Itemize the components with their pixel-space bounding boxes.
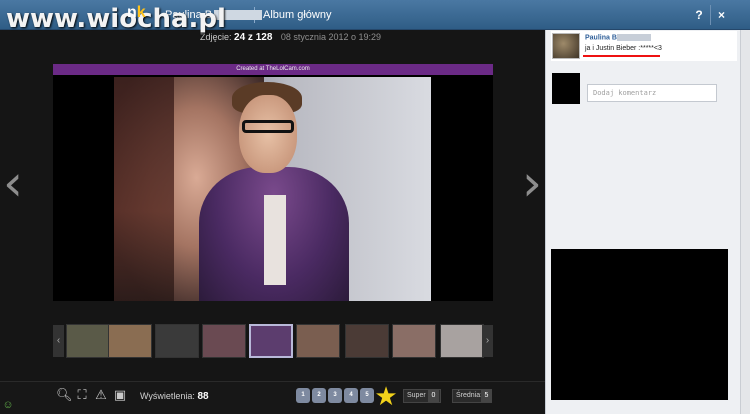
- caption-author-text[interactable]: Paulina B: [585, 34, 617, 41]
- rate-star-5[interactable]: 5: [360, 388, 374, 403]
- thumbnail-8[interactable]: [392, 324, 436, 358]
- user-status-icon[interactable]: ☺: [2, 398, 14, 412]
- views-label: Wyświetlenia:: [140, 391, 195, 401]
- thumbnail-6[interactable]: [296, 324, 340, 358]
- rate-star-4[interactable]: 4: [344, 388, 358, 403]
- super-label: Super: [407, 392, 426, 399]
- close-button[interactable]: ×: [710, 5, 732, 25]
- fullscreen-icon[interactable]: ⛶: [74, 388, 90, 404]
- help-button[interactable]: ?: [688, 5, 710, 25]
- photo-hair: [114, 77, 174, 301]
- rate-star-1[interactable]: 1: [296, 388, 310, 403]
- next-photo-arrow-icon[interactable]: ›: [521, 150, 543, 216]
- nk-logo-n: n: [127, 4, 137, 21]
- thumbnail-2[interactable]: [108, 324, 152, 358]
- photo-glasses: [242, 120, 294, 133]
- caption-author[interactable]: Paulina B: [585, 34, 651, 41]
- comment-input[interactable]: Dodaj komentarz: [587, 84, 717, 102]
- album-link[interactable]: Album główny: [263, 9, 331, 21]
- super-count: 0: [428, 390, 439, 402]
- average-label: Średnia:: [456, 392, 483, 399]
- caption-author-redaction: [616, 34, 651, 41]
- view-count: Wyświetlenia: 88: [140, 391, 209, 402]
- watermark: www.wiocha.pl: [6, 4, 226, 34]
- photo-counter: 24 z 128: [234, 32, 273, 43]
- caption-text: ja i Justin Bieber :*****<3: [585, 45, 662, 52]
- caption-underline: [583, 55, 660, 57]
- nk-logo[interactable]: nk: [127, 4, 146, 22]
- photo-info: Zdjęcie: 24 z 128 08 stycznia 2012 o 19:…: [200, 32, 381, 43]
- thumbnail-9[interactable]: [440, 324, 484, 358]
- photo-date: 08 stycznia 2012 o 19:29: [280, 32, 381, 42]
- thumbnail-7[interactable]: [345, 324, 389, 358]
- edit-photo-icon[interactable]: ▣: [112, 388, 128, 404]
- thumbnail-1[interactable]: [66, 324, 110, 358]
- average-value: 5: [481, 390, 492, 402]
- zoom-icon[interactable]: 🔍︎: [56, 388, 73, 404]
- thumbnail-4[interactable]: [202, 324, 246, 358]
- report-warning-icon[interactable]: ⚠: [93, 388, 109, 404]
- ad-block: [551, 249, 728, 400]
- photo-face: [239, 95, 297, 173]
- author-avatar[interactable]: [552, 33, 580, 59]
- rate-star-2[interactable]: 2: [312, 388, 326, 403]
- photo-lightbox-page: Paulina B Album główny ? × www.wiocha.pl…: [0, 0, 750, 414]
- nk-logo-k: k: [136, 4, 146, 21]
- thumbnail-5[interactable]: [249, 324, 293, 358]
- thumbs-prev-button[interactable]: ‹: [53, 325, 64, 357]
- previous-photo-arrow-icon[interactable]: ‹: [2, 150, 24, 216]
- photo-shirt: [264, 195, 286, 285]
- photo-banner: Created at TheLolCam.com: [53, 64, 493, 75]
- main-photo[interactable]: [114, 77, 431, 301]
- views-value: 88: [197, 391, 209, 402]
- rate-super-star-icon[interactable]: ★: [373, 383, 399, 409]
- rate-star-3[interactable]: 3: [328, 388, 342, 403]
- thumbnail-3[interactable]: [155, 324, 199, 358]
- thumbs-next-button[interactable]: ›: [482, 325, 493, 357]
- current-user-avatar: [552, 73, 580, 104]
- panel-scrollbar[interactable]: [740, 30, 750, 414]
